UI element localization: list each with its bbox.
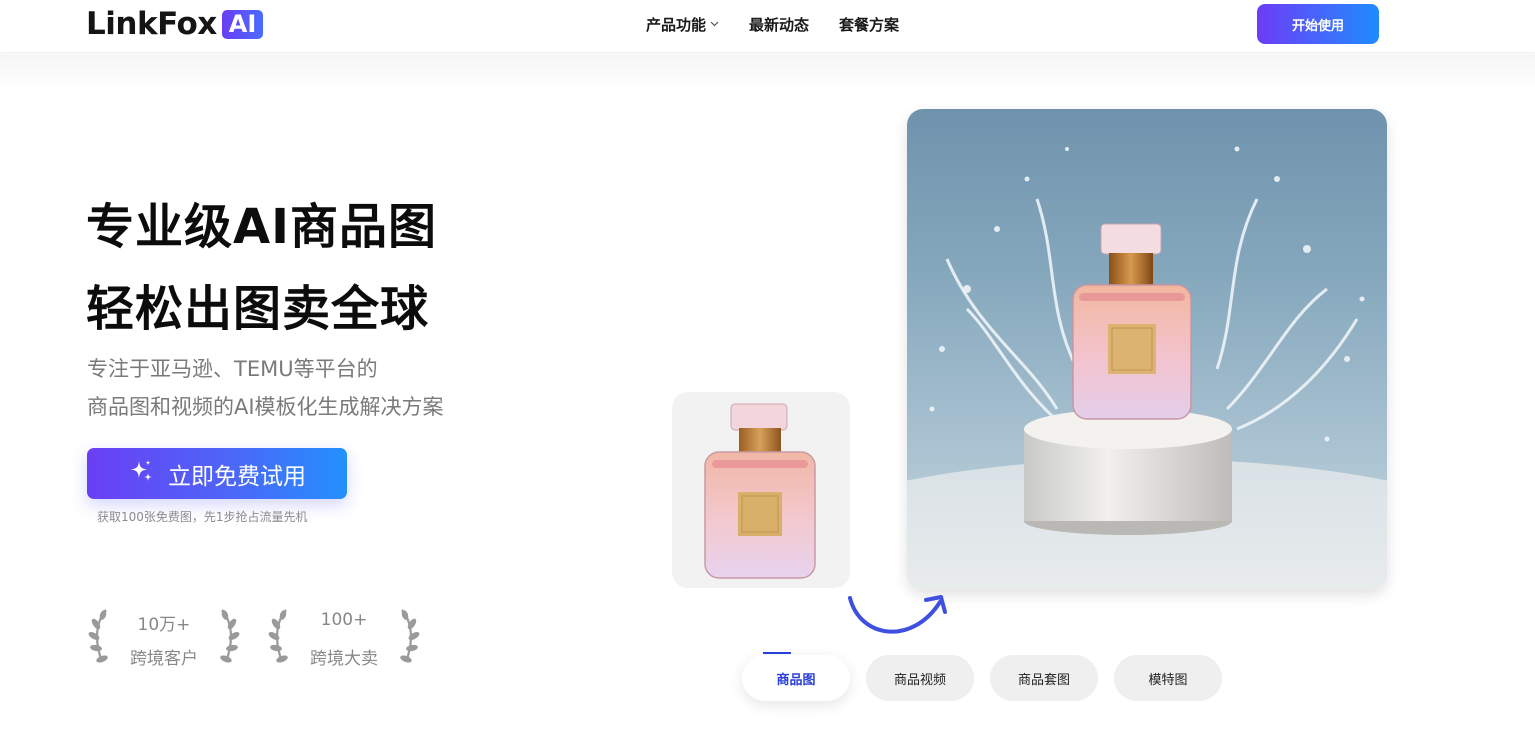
start-button[interactable]: 开始使用 [1257,4,1379,44]
free-trial-label: 立即免费试用 [168,463,306,490]
cta-note: 获取100张免费图，先1步抢占流量先机 [97,510,308,524]
stat-value: 100+ [320,610,368,630]
logo-ai-badge: AI [221,9,264,39]
stat-big-sellers: 100+ 跨境大卖 [268,606,420,669]
main-nav: 产品功能 最新动态 套餐方案 [646,14,899,35]
hero-subtitle-line: 商品图和视频的AI模板化生成解决方案 [87,395,444,419]
tab-active-indicator [763,652,791,654]
free-trial-button[interactable]: 立即免费试用 [87,448,347,499]
stat-value: 10万+ [137,615,191,635]
tab-product-set[interactable]: 商品套图 [990,655,1098,701]
nav-item-label: 产品功能 [646,16,707,34]
stat-customers: 10万+ 跨境客户 [88,606,240,669]
generated-product-image [907,109,1387,589]
showcase-tabs: 商品图 商品视频 商品套图 模特图 [742,652,1222,701]
nav-item-label: 套餐方案 [839,16,900,34]
perfume-splash-scene [907,146,1387,589]
logo-text: LinkFox [86,6,217,42]
tab-label: 商品视频 [893,672,946,688]
nav-item-news[interactable]: 最新动态 [749,14,809,35]
chevron-down-icon [710,20,719,30]
tab-product-video[interactable]: 商品视频 [866,655,974,701]
hero-title-line: 轻松出图卖全球 [86,281,430,337]
nav-item-pricing[interactable]: 套餐方案 [839,14,899,35]
stat-label: 跨境客户 [130,649,198,669]
tab-model-image[interactable]: 模特图 [1114,655,1222,701]
nav-item-label: 最新动态 [749,16,810,34]
header-shadow-fade [0,54,1535,94]
top-header: LinkFox AI 产品功能 最新动态 套餐方案 开始使用 [0,0,1535,53]
hero-subtitle-line: 专注于亚马逊、TEMU等平台的 [87,357,378,381]
hero-title: 专业级AI商品图 轻松出图卖全球 [86,186,437,350]
tab-label: 模特图 [1148,672,1188,688]
tab-product-image[interactable]: 商品图 [742,652,850,701]
source-product-image [672,392,850,588]
perfume-bottle-illustration [704,403,816,579]
tab-label: 商品套图 [1017,672,1070,688]
sparkle-icon [128,458,154,490]
logo[interactable]: LinkFox AI [86,6,264,42]
curved-arrow-icon [848,595,947,634]
stat-label: 跨境大卖 [310,649,378,669]
hero-title-line: 专业级AI商品图 [86,199,438,255]
tab-label: 商品图 [776,672,816,688]
nav-item-products[interactable]: 产品功能 [646,14,719,35]
hero-subtitle: 专注于亚马逊、TEMU等平台的 商品图和视频的AI模板化生成解决方案 [87,350,444,426]
